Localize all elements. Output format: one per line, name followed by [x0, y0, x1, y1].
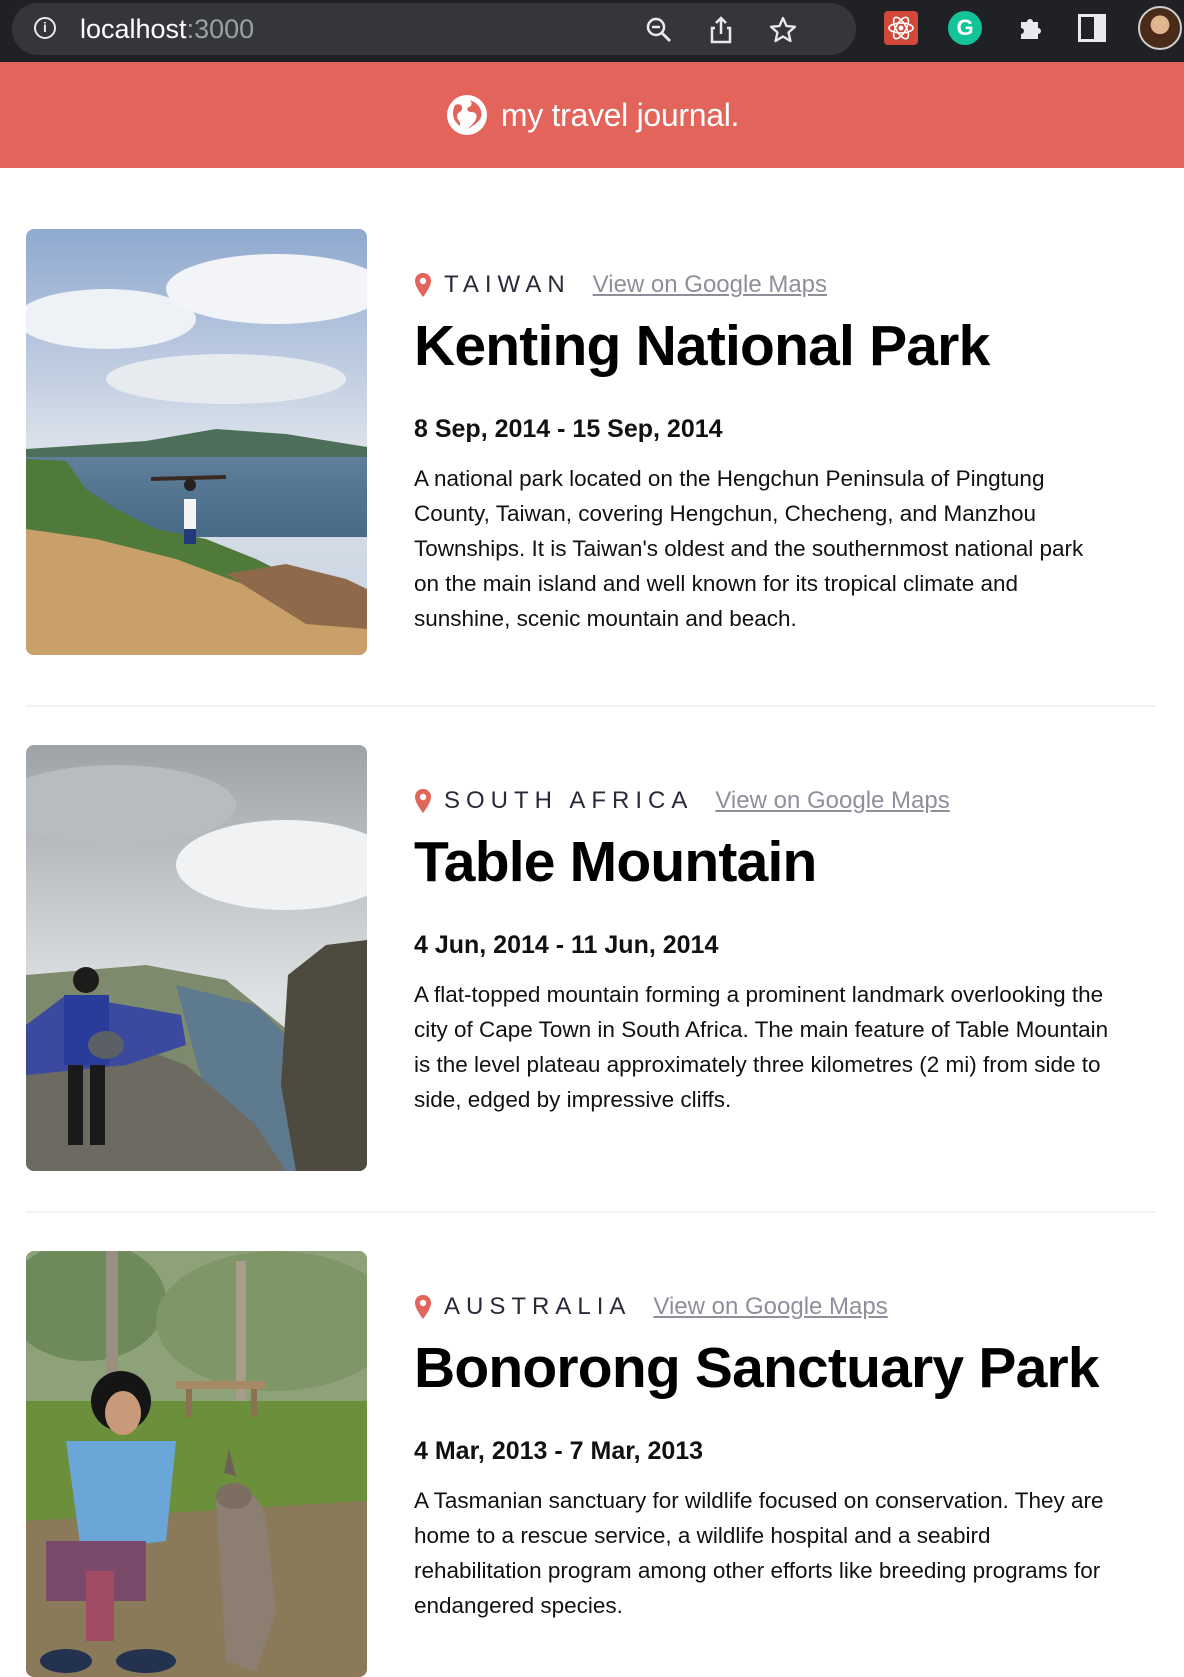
- google-maps-link[interactable]: View on Google Maps: [715, 787, 949, 815]
- browser-toolbar: i localhost:3000 G: [0, 0, 1184, 62]
- entry-divider: [26, 705, 1156, 707]
- share-icon[interactable]: [706, 15, 736, 45]
- country-label: TAIWAN: [444, 271, 571, 298]
- profile-avatar[interactable]: [1138, 6, 1182, 50]
- entry-title: Bonorong Sanctuary Park: [414, 1336, 1100, 1400]
- grammarly-icon[interactable]: G: [948, 11, 982, 45]
- app-header: my travel journal.: [0, 62, 1184, 168]
- country-label: SOUTH AFRICA: [444, 787, 694, 814]
- react-devtools-icon[interactable]: [884, 11, 918, 45]
- location-row: TAIWAN View on Google Maps: [414, 267, 827, 303]
- entry-photo: [26, 1251, 367, 1677]
- entry-dates: 8 Sep, 2014 - 15 Sep, 2014: [414, 415, 723, 443]
- zoom-icon[interactable]: [644, 15, 674, 45]
- entry-description: A Tasmanian sanctuary for wildlife focus…: [414, 1488, 1104, 1618]
- bookmark-star-icon[interactable]: [768, 15, 798, 45]
- url-host: localhost: [80, 14, 187, 44]
- location-row: AUSTRALIA View on Google Maps: [414, 1289, 888, 1325]
- side-panel-icon[interactable]: [1078, 14, 1106, 42]
- entry-title: Table Mountain: [414, 830, 817, 894]
- location-row: SOUTH AFRICA View on Google Maps: [414, 783, 950, 819]
- url-port: :3000: [186, 14, 255, 44]
- location-pin-icon: [415, 273, 431, 297]
- journal-entry: AUSTRALIA View on Google Maps Bonorong S…: [26, 1251, 1156, 1677]
- app-title: my travel journal.: [500, 96, 740, 133]
- extensions-icon[interactable]: [1013, 11, 1047, 45]
- country-label: AUSTRALIA: [444, 1293, 632, 1320]
- entry-title: Kenting National Park: [414, 314, 990, 378]
- globe-icon: [446, 95, 487, 135]
- entry-divider: [26, 1211, 1156, 1213]
- url-text[interactable]: localhost:3000: [80, 14, 254, 45]
- location-pin-icon: [415, 1295, 431, 1319]
- entry-dates: 4 Mar, 2013 - 7 Mar, 2013: [414, 1437, 704, 1465]
- entry-description: A flat-topped mountain forming a promine…: [414, 982, 1109, 1112]
- entry-photo: [26, 229, 367, 655]
- google-maps-link[interactable]: View on Google Maps: [593, 271, 827, 299]
- address-bar[interactable]: i localhost:3000: [12, 3, 856, 55]
- journal-entry: SOUTH AFRICA View on Google Maps Table M…: [26, 745, 1156, 1171]
- location-pin-icon: [415, 789, 431, 813]
- entry-photo: [26, 745, 367, 1171]
- entry-description: A national park located on the Hengchun …: [414, 466, 1084, 631]
- google-maps-link[interactable]: View on Google Maps: [653, 1293, 887, 1321]
- info-icon[interactable]: i: [34, 17, 56, 39]
- journal-entry: TAIWAN View on Google Maps Kenting Natio…: [26, 229, 1156, 655]
- entry-dates: 4 Jun, 2014 - 11 Jun, 2014: [414, 931, 719, 959]
